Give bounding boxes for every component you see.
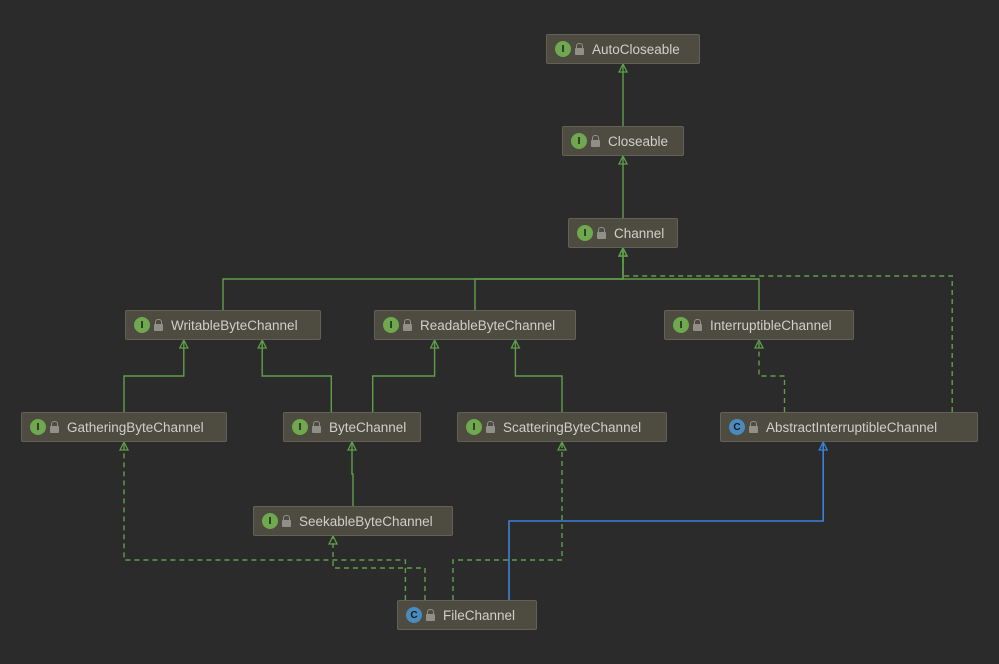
lock-icon [486,421,495,433]
lock-icon [575,43,584,55]
node-readable[interactable]: I ReadableByteChannel [374,310,576,340]
node-scattering[interactable]: I ScatteringByteChannel [457,412,667,442]
edge-readable-to-channel [475,248,623,310]
edge-writable-to-channel [223,248,623,310]
interface-badge-icon: I [555,41,571,57]
lock-icon [591,135,600,147]
interface-badge-icon: I [262,513,278,529]
lock-icon [154,319,163,331]
node-label: FileChannel [443,608,515,623]
interface-badge-icon: I [30,419,46,435]
interface-badge-icon: I [134,317,150,333]
edge-filechannel-to-seekable [333,536,425,600]
lock-icon [749,421,758,433]
interface-badge-icon: I [577,225,593,241]
lock-icon [312,421,321,433]
node-label: ByteChannel [329,420,406,435]
node-seekable[interactable]: I SeekableByteChannel [253,506,453,536]
edge-filechannel-to-scattering [453,442,562,600]
node-label: ScatteringByteChannel [503,420,641,435]
node-label: GatheringByteChannel [67,420,204,435]
edge-bytechannel-to-writable [262,340,331,412]
node-label: AutoCloseable [592,42,680,57]
node-channel[interactable]: I Channel [568,218,678,248]
node-bytechannel[interactable]: I ByteChannel [283,412,421,442]
node-label: Closeable [608,134,668,149]
node-closeable[interactable]: I Closeable [562,126,684,156]
edge-absinterrupt-to-interruptible [759,340,785,412]
edge-gathering-to-writable [124,340,184,412]
node-gathering[interactable]: I GatheringByteChannel [21,412,227,442]
node-writable[interactable]: I WritableByteChannel [125,310,321,340]
interface-badge-icon: I [292,419,308,435]
node-absinterrupt[interactable]: C AbstractInterruptibleChannel [720,412,978,442]
node-filechannel[interactable]: C FileChannel [397,600,537,630]
lock-icon [50,421,59,433]
node-label: WritableByteChannel [171,318,298,333]
class-badge-icon: C [729,419,745,435]
lock-icon [403,319,412,331]
edge-seekable-to-bytechannel [352,442,353,506]
lock-icon [282,515,291,527]
lock-icon [693,319,702,331]
node-interruptible[interactable]: I InterruptibleChannel [664,310,854,340]
lock-icon [597,227,606,239]
node-label: AbstractInterruptibleChannel [766,420,937,435]
node-autocloseable[interactable]: I AutoCloseable [546,34,700,64]
lock-icon [426,609,435,621]
diagram-canvas: { "colors": { "edge_solid": "#5f9e4a", "… [0,0,999,664]
interface-badge-icon: I [466,419,482,435]
node-label: InterruptibleChannel [710,318,832,333]
node-label: Channel [614,226,664,241]
class-badge-icon: C [406,607,422,623]
interface-badge-icon: I [571,133,587,149]
edge-filechannel-to-absinterrupt [509,442,823,600]
interface-badge-icon: I [673,317,689,333]
interface-badge-icon: I [383,317,399,333]
node-label: ReadableByteChannel [420,318,555,333]
edge-interruptible-to-channel [623,248,759,310]
node-label: SeekableByteChannel [299,514,433,529]
edge-bytechannel-to-readable [373,340,435,412]
edge-scattering-to-readable [515,340,562,412]
